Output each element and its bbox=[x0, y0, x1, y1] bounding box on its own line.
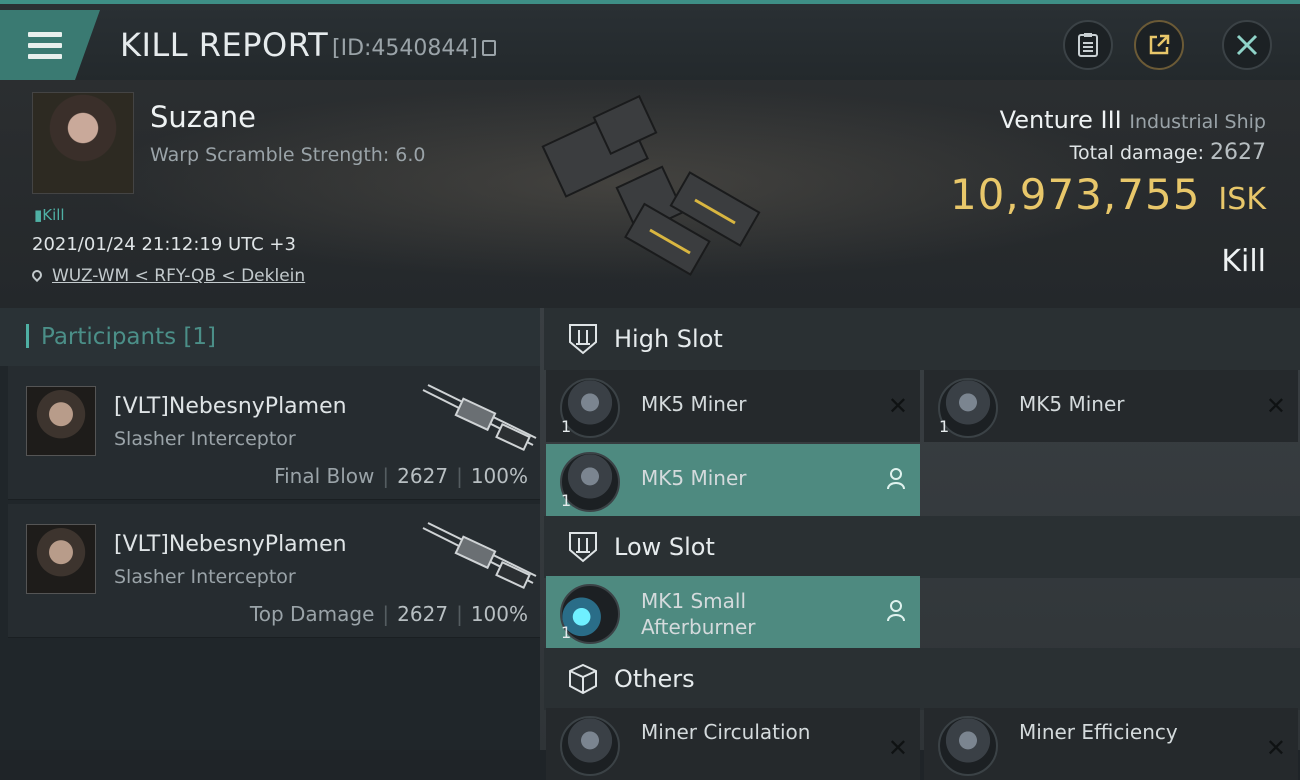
module-name: Miner Circulation bbox=[641, 720, 811, 744]
low-slot-title: Low Slot bbox=[614, 533, 715, 561]
kill-tag: ▮Kill bbox=[34, 206, 65, 224]
location-pin-icon bbox=[29, 267, 45, 283]
participants-heading-text: Participants [1] bbox=[41, 324, 216, 350]
location-link[interactable]: WUZ-WM < RFY-QB < Deklein bbox=[52, 266, 305, 286]
module-name-line1: MK1 Small bbox=[641, 589, 746, 613]
participant-role: Final Blow bbox=[274, 464, 375, 488]
rig-module-icon bbox=[560, 716, 620, 776]
share-button[interactable] bbox=[1134, 20, 1184, 70]
high-slot-header: High Slot bbox=[544, 308, 1300, 370]
participant-avatar[interactable] bbox=[26, 386, 96, 456]
participant-ship-image bbox=[422, 384, 537, 452]
heading-accent-bar bbox=[26, 324, 29, 348]
module-name: MK5 Miner bbox=[641, 392, 747, 416]
module-item[interactable]: Miner Efficiency ✕ bbox=[924, 708, 1298, 780]
victim-name[interactable]: Suzane bbox=[150, 100, 256, 134]
participant-stats: Final Blow | 2627 | 100% bbox=[274, 464, 528, 488]
report-id: [ID:4540844] bbox=[332, 36, 496, 61]
victim-panel: Suzane Warp Scramble Strength: 6.0 ▮Kill… bbox=[0, 80, 1300, 308]
participants-heading: Participants [1] bbox=[0, 308, 540, 366]
isk-currency: ISK bbox=[1218, 182, 1266, 217]
others-title: Others bbox=[614, 665, 695, 693]
high-slot-icon bbox=[569, 324, 597, 355]
participant-name: [VLT]NebesnyPlamen bbox=[114, 394, 347, 419]
victim-portrait[interactable] bbox=[32, 92, 134, 194]
clipboard-icon bbox=[1078, 33, 1098, 57]
module-item[interactable]: 1 MK1 Small Afterburner bbox=[546, 576, 920, 648]
total-damage: Total damage: 2627 bbox=[1070, 140, 1266, 165]
kill-datetime: 2021/01/24 21:12:19 UTC +3 bbox=[32, 234, 296, 255]
destroyed-icon: ✕ bbox=[887, 734, 908, 762]
participant-ship: Slasher Interceptor bbox=[114, 428, 296, 450]
cube-icon bbox=[569, 663, 597, 695]
close-icon bbox=[1236, 34, 1258, 56]
dropped-person-icon bbox=[887, 600, 905, 622]
close-button[interactable] bbox=[1222, 20, 1272, 70]
participant-role: Top Damage bbox=[249, 602, 375, 626]
header-bar: KILL REPORT [ID:4540844] bbox=[0, 0, 1300, 80]
module-item[interactable]: 1 MK5 Miner ✕ bbox=[546, 370, 920, 442]
participant-percent: 100% bbox=[470, 464, 528, 488]
kill-result: Kill bbox=[1221, 244, 1266, 279]
kill-location[interactable]: WUZ-WM < RFY-QB < Deklein bbox=[29, 266, 305, 286]
participant-ship-image bbox=[422, 522, 537, 590]
module-qty: 1 bbox=[939, 417, 950, 436]
fittings-panel: High Slot 1 MK5 Miner ✕ 1 MK5 Miner ✕ 1 … bbox=[540, 308, 1300, 780]
page-title: KILL REPORT bbox=[120, 26, 329, 64]
dropped-person-icon bbox=[887, 468, 905, 490]
module-name: MK5 Miner bbox=[1019, 392, 1125, 416]
module-qty: 1 bbox=[561, 417, 572, 436]
participant-damage: 2627 bbox=[397, 602, 449, 626]
share-icon bbox=[1149, 34, 1170, 55]
participants-panel: Participants [1] [VLT]NebesnyPlamen Slas… bbox=[0, 308, 540, 750]
participant-percent: 100% bbox=[470, 602, 528, 626]
isk-amount: 10,973,755 bbox=[949, 170, 1201, 219]
module-item[interactable]: 1 MK5 Miner bbox=[546, 444, 920, 516]
module-item[interactable]: 1 MK5 Miner ✕ bbox=[924, 370, 1298, 442]
module-name: Miner Efficiency bbox=[1019, 720, 1178, 744]
module-item[interactable]: Miner Circulation ✕ bbox=[546, 708, 920, 780]
warp-scramble-strength: Warp Scramble Strength: 6.0 bbox=[150, 144, 426, 166]
low-slot-icon bbox=[569, 532, 597, 563]
participant-stats: Top Damage | 2627 | 100% bbox=[249, 602, 528, 626]
module-name: MK5 Miner bbox=[641, 466, 747, 490]
menu-icon bbox=[28, 32, 62, 65]
module-qty: 1 bbox=[561, 491, 572, 510]
total-damage-value: 2627 bbox=[1210, 140, 1266, 165]
ship-name: Venture III bbox=[999, 106, 1122, 134]
participant-ship: Slasher Interceptor bbox=[114, 566, 296, 588]
copy-icon[interactable] bbox=[482, 40, 496, 56]
participant-avatar[interactable] bbox=[26, 524, 96, 594]
module-name-line2: Afterburner bbox=[641, 615, 756, 639]
module-qty: 1 bbox=[561, 623, 572, 642]
rig-module-icon bbox=[938, 716, 998, 776]
low-slot-header: Low Slot bbox=[544, 516, 1300, 578]
victim-ship-image bbox=[541, 95, 761, 276]
total-damage-label: Total damage: bbox=[1069, 142, 1204, 164]
clipboard-button[interactable] bbox=[1063, 20, 1113, 70]
destroyed-icon: ✕ bbox=[1265, 734, 1286, 762]
participant-name: [VLT]NebesnyPlamen bbox=[114, 532, 347, 557]
ship-class: Industrial Ship bbox=[1129, 111, 1266, 133]
module-name: MK1 Small Afterburner bbox=[641, 588, 755, 640]
high-slot-title: High Slot bbox=[614, 325, 723, 353]
isk-value: 10,973,755 ISK bbox=[950, 170, 1266, 219]
participant-row[interactable]: [VLT]NebesnyPlamen Slasher Interceptor T… bbox=[8, 504, 540, 638]
participant-damage: 2627 bbox=[397, 464, 449, 488]
others-header: Others bbox=[544, 648, 1300, 710]
destroyed-icon: ✕ bbox=[887, 392, 908, 420]
victim-ship[interactable]: Venture III Industrial Ship bbox=[1000, 106, 1266, 134]
destroyed-icon: ✕ bbox=[1265, 392, 1286, 420]
menu-button[interactable] bbox=[0, 10, 100, 80]
report-id-text: [ID:4540844] bbox=[332, 36, 478, 61]
participant-row[interactable]: [VLT]NebesnyPlamen Slasher Interceptor F… bbox=[8, 366, 540, 500]
